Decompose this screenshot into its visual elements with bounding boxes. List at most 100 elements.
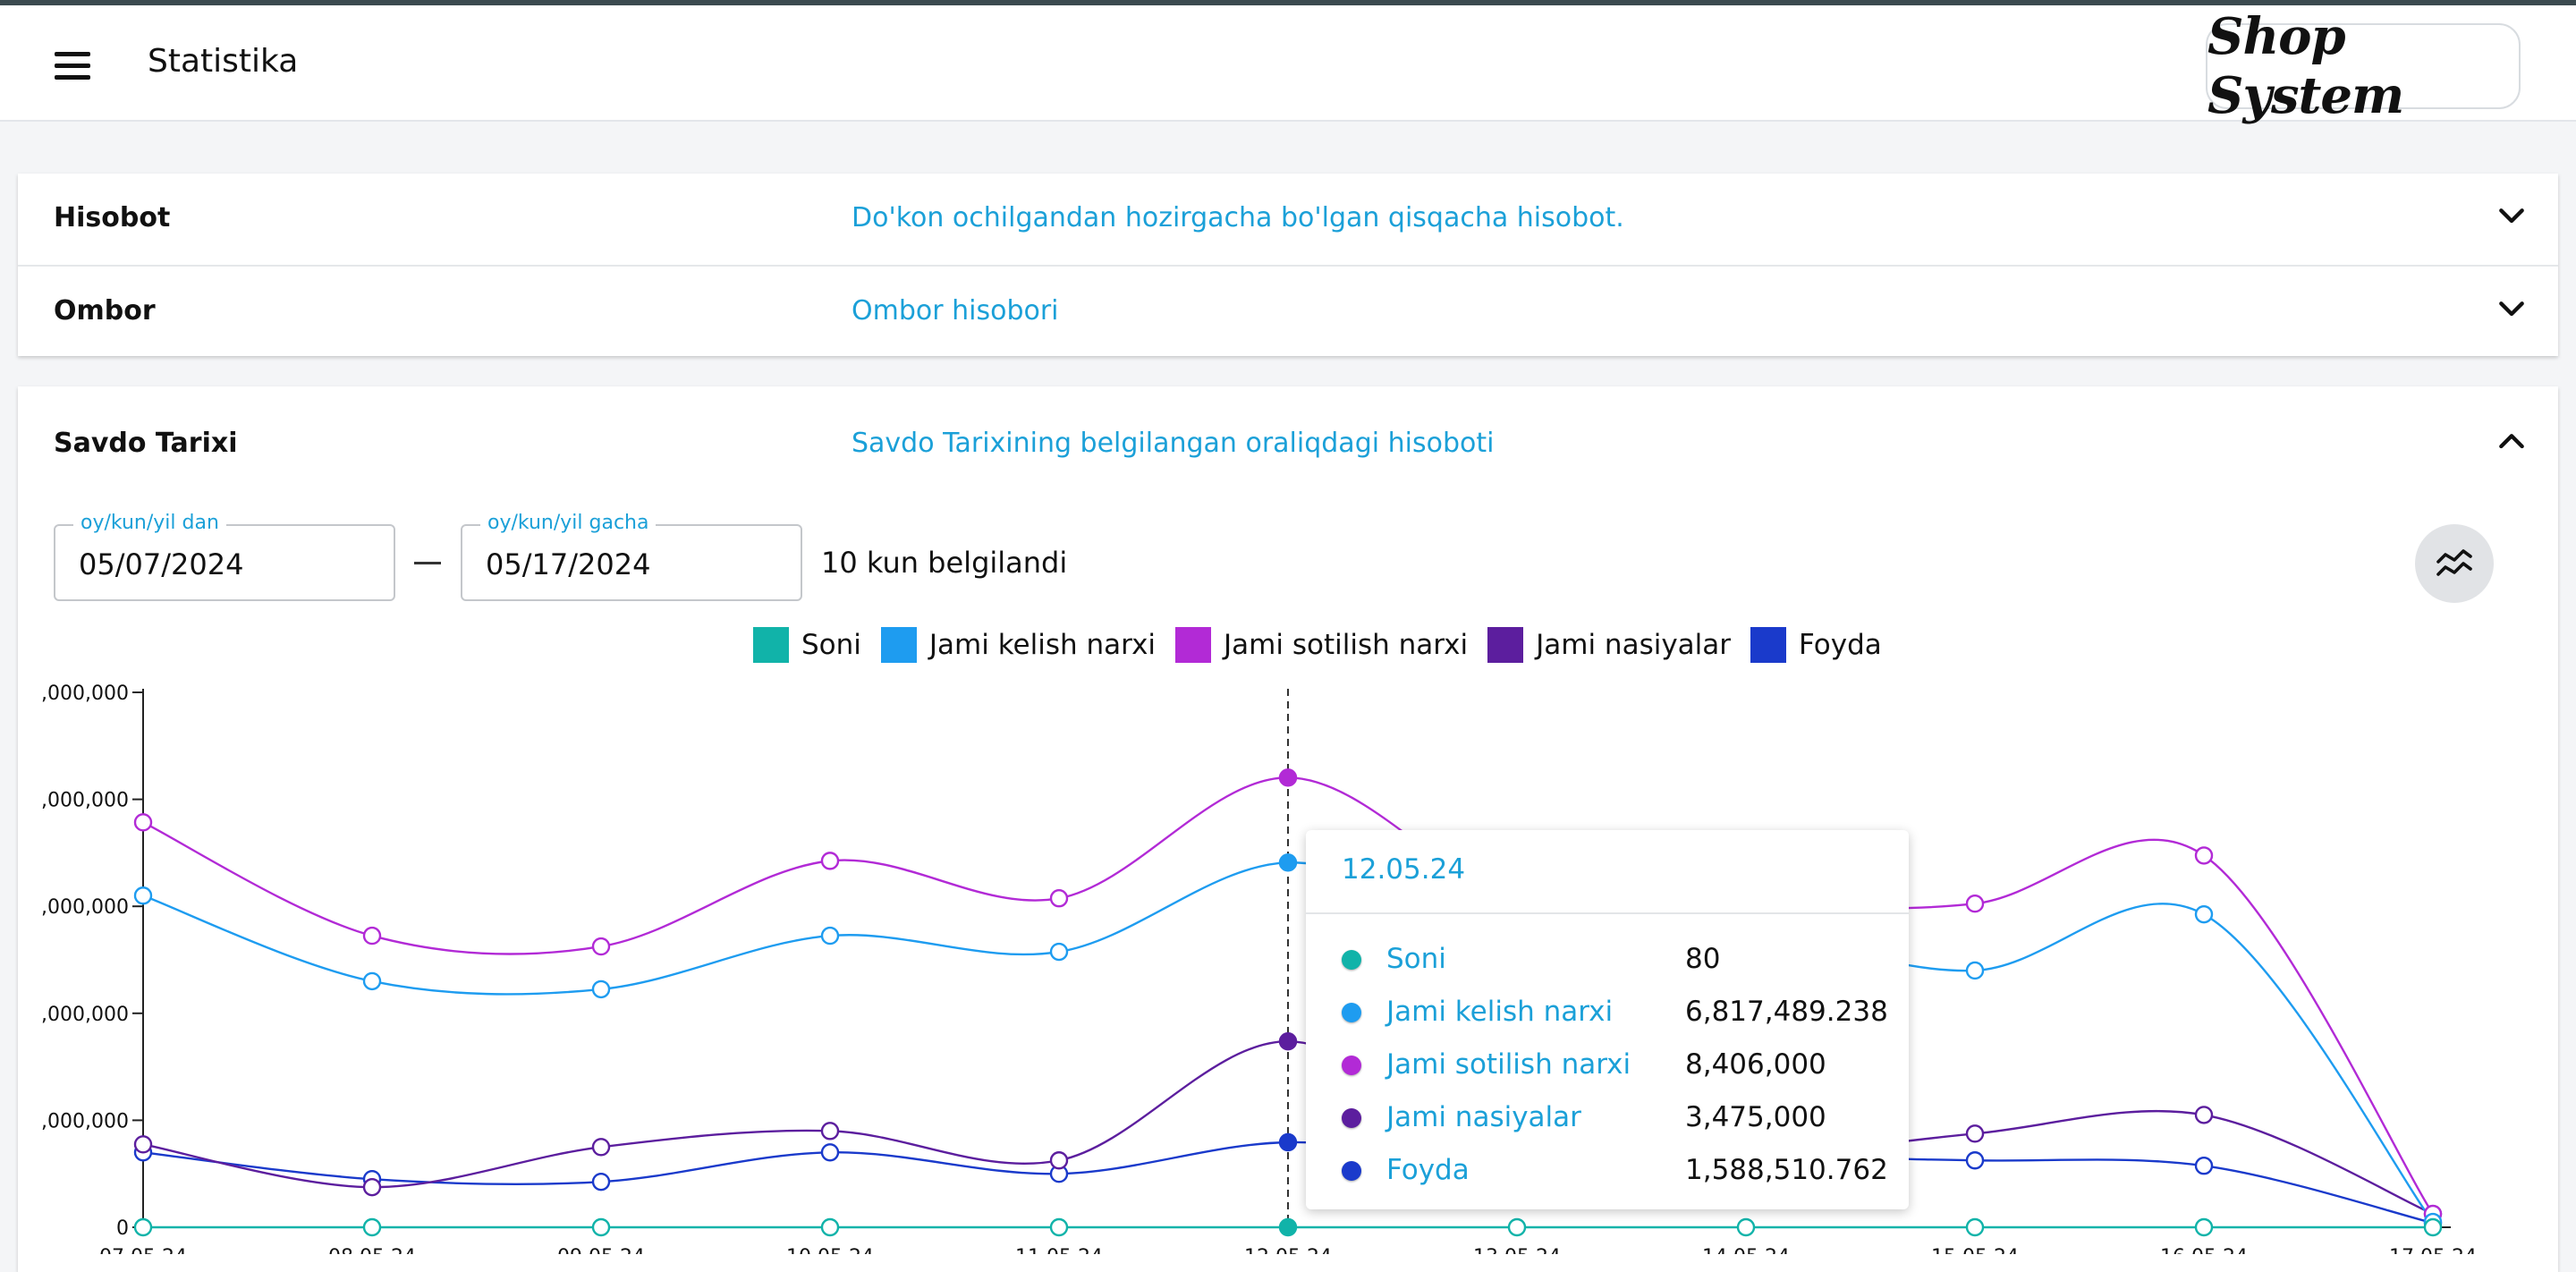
legend-label: Foyda	[1799, 629, 1882, 661]
data-point	[822, 928, 838, 944]
data-point	[364, 973, 380, 989]
data-point	[1738, 1219, 1754, 1235]
data-point	[364, 928, 380, 944]
date-from-value[interactable]: 05/07/2024	[79, 547, 243, 581]
tooltip-row: Jami nasiyalar 3,475,000	[1342, 1101, 1896, 1137]
legend-label: Jami sotilish narxi	[1224, 629, 1468, 661]
data-point	[135, 814, 151, 830]
x-tick-label: 15.05.24	[1931, 1246, 2019, 1254]
menu-icon[interactable]	[52, 50, 93, 82]
tooltip-dot	[1342, 1108, 1361, 1128]
shop-system-logo[interactable]: Shop System	[2206, 23, 2521, 109]
chart-tooltip: 12.05.24 Soni80Jami kelish narxi6,817,48…	[1306, 830, 1909, 1209]
x-tick-label: 08.05.24	[328, 1246, 416, 1254]
page-title: Statistika	[148, 43, 298, 80]
data-point	[1051, 944, 1067, 960]
date-from-label: oy/kun/yil dan	[73, 512, 226, 534]
legend-label: Jami nasiyalar	[1536, 629, 1731, 661]
tooltip-dot	[1342, 1161, 1361, 1181]
legend-label: Soni	[801, 629, 861, 661]
date-to-value[interactable]: 05/17/2024	[486, 547, 650, 581]
date-from-field[interactable]: oy/kun/yil dan 05/07/2024	[54, 524, 395, 601]
date-to-field[interactable]: oy/kun/yil gacha 05/17/2024	[461, 524, 802, 601]
legend-item[interactable]: Jami sotilish narxi	[1175, 627, 1468, 663]
accordion-label: Hisobot	[54, 202, 170, 233]
tooltip-row: Foyda1,588,510.762	[1342, 1154, 1896, 1190]
range-separator	[414, 562, 441, 564]
chevron-down-icon[interactable]	[2494, 199, 2529, 234]
tooltip-series-value: 80	[1685, 943, 1720, 975]
data-point	[822, 1123, 838, 1139]
tooltip-divider	[1306, 912, 1909, 914]
data-point	[2196, 1158, 2212, 1174]
data-point	[1967, 1125, 1983, 1141]
y-tick-label: ,000,000	[41, 683, 129, 705]
legend-item[interactable]: Jami nasiyalar	[1487, 627, 1731, 663]
data-point	[822, 1144, 838, 1160]
tooltip-row: Jami sotilish narxi8,406,000	[1342, 1048, 1896, 1084]
x-tick-label: 16.05.24	[2160, 1246, 2248, 1254]
y-tick-label: 0	[116, 1217, 129, 1240]
data-point	[2425, 1219, 2441, 1235]
data-point	[1509, 1219, 1525, 1235]
x-tick-label: 10.05.24	[786, 1246, 874, 1254]
data-point	[2196, 1219, 2212, 1235]
tooltip-series-name: Foyda	[1386, 1154, 1470, 1186]
accordion-description: Savdo Tarixining belgilangan oraliqdagi …	[852, 428, 1494, 459]
accordion-savdo-tarixi[interactable]: Savdo Tarixi Savdo Tarixining belgilanga…	[18, 386, 2558, 478]
data-point	[1280, 854, 1296, 870]
tooltip-row: Soni 80	[1342, 943, 1896, 979]
data-point	[1967, 1152, 1983, 1168]
tooltip-dot	[1342, 1003, 1361, 1022]
data-point	[1280, 1033, 1296, 1049]
legend-item[interactable]: Foyda	[1750, 627, 1882, 663]
data-point	[135, 887, 151, 903]
data-point	[1967, 1219, 1983, 1235]
date-to-label: oy/kun/yil gacha	[480, 512, 656, 534]
data-point	[822, 1219, 838, 1235]
x-tick-label: 11.05.24	[1015, 1246, 1103, 1254]
chevron-down-icon[interactable]	[2494, 292, 2529, 327]
y-tick-label: ,000,000	[41, 896, 129, 919]
x-tick-label: 17.05.24	[2389, 1246, 2477, 1254]
accordion-label: Savdo Tarixi	[54, 428, 238, 459]
tooltip-series-name: Jami kelish narxi	[1386, 996, 1613, 1028]
tooltip-series-value: 3,475,000	[1685, 1101, 1826, 1133]
tooltip-series-name: Jami sotilish narxi	[1386, 1048, 1631, 1081]
legend-item[interactable]: Jami kelish narxi	[881, 627, 1156, 663]
chart-legend: Soni Jami kelish narxi Jami sotilish narxi…	[753, 626, 1902, 664]
legend-swatch	[1487, 627, 1523, 663]
data-point	[593, 938, 609, 954]
y-tick-label: ,000,000	[41, 1004, 129, 1026]
app-header: Statistika Shop System	[0, 5, 2576, 122]
accordion-ombor[interactable]: Ombor Ombor hisobori	[18, 265, 2558, 356]
data-point	[1280, 769, 1296, 785]
data-point	[593, 1139, 609, 1155]
y-tick-label: ,000,000	[41, 790, 129, 812]
chevron-up-icon[interactable]	[2494, 424, 2529, 460]
data-point	[1967, 962, 1983, 979]
legend-item[interactable]: Soni	[753, 627, 861, 663]
tooltip-series-name: Jami nasiyalar	[1386, 1101, 1581, 1133]
chart-toggle-button[interactable]	[2415, 524, 2494, 603]
range-note: 10 kun belgilandi	[821, 546, 1067, 580]
accordion-hisobot[interactable]: Hisobot Do'kon ochilgandan hozirgacha bo…	[18, 174, 2558, 265]
x-tick-label: 14.05.24	[1702, 1246, 1790, 1254]
legend-swatch	[1175, 627, 1211, 663]
x-tick-label: 13.05.24	[1473, 1246, 1561, 1254]
tooltip-series-name: Soni	[1386, 943, 1446, 975]
data-point	[1051, 890, 1067, 906]
data-point	[1051, 1219, 1067, 1235]
data-point	[593, 981, 609, 997]
chart-line-icon	[2433, 542, 2476, 585]
accordion-description: Ombor hisobori	[852, 295, 1059, 326]
data-point	[1280, 1134, 1296, 1150]
accordion-group: Hisobot Do'kon ochilgandan hozirgacha bo…	[18, 174, 2558, 356]
accordion-description: Do'kon ochilgandan hozirgacha bo'lgan qi…	[852, 202, 1624, 233]
data-point	[593, 1219, 609, 1235]
savdo-line-chart: 0,000,000,000,000,000,000,000,000,000,00…	[0, 680, 2576, 1254]
x-tick-label: 07.05.24	[99, 1246, 187, 1254]
data-point	[364, 1219, 380, 1235]
tooltip-date: 12.05.24	[1342, 853, 1465, 886]
data-point	[593, 1174, 609, 1190]
